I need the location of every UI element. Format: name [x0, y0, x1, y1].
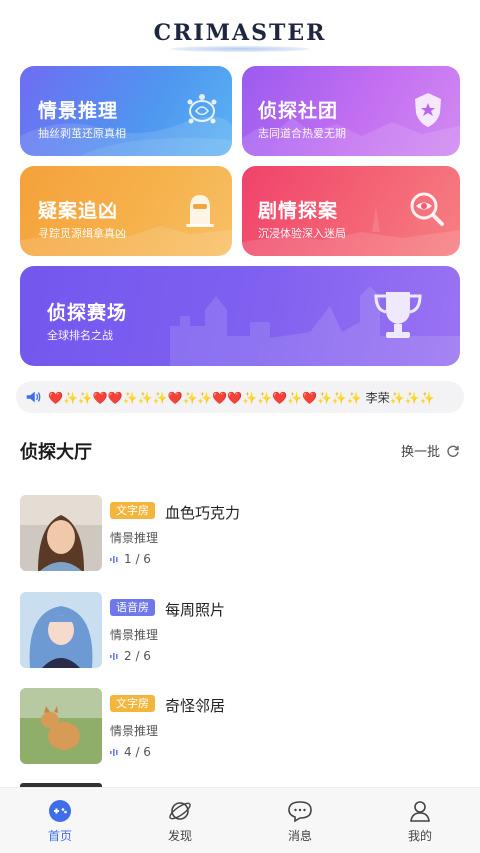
card-story-investigation[interactable]: 剧情探案 沉浸体验深入迷局	[242, 166, 460, 256]
card-title: 疑案追凶	[38, 200, 119, 222]
card-subtitle: 寻踪觅源缉拿真凶	[38, 227, 126, 240]
room-count-text: 2 / 6	[124, 649, 151, 663]
profile-icon	[410, 801, 430, 822]
app-logo: CRIMASTER	[0, 20, 480, 52]
room-item[interactable]: 文字房 奇怪邻居 情景推理 4 / 6	[20, 688, 460, 764]
nav-discover[interactable]: 发现	[120, 788, 240, 853]
room-title: 每周照片	[165, 601, 226, 619]
card-detective-arena[interactable]: 侦探赛场 全球排名之战	[20, 266, 460, 366]
discover-planet-icon	[169, 802, 191, 820]
marquee-text: ❤️✨✨❤️❤️✨✨✨❤️✨✨❤️❤️✨✨❤️✨❤️✨✨✨ 李荣✨✨✨	[48, 390, 435, 405]
logo-text: CRIMASTER	[153, 20, 327, 46]
nav-messages[interactable]: 消息	[240, 788, 360, 853]
card-title: 侦探社团	[258, 100, 339, 122]
room-thumbnail	[20, 495, 102, 571]
card-subtitle: 志同道合热爱无期	[258, 127, 346, 140]
card-subtitle: 全球排名之战	[47, 329, 113, 342]
room-title: 奇怪邻居	[165, 697, 226, 715]
audio-bars-icon	[110, 556, 118, 563]
card-case-chase[interactable]: 疑案追凶 寻踪觅源缉拿真凶	[20, 166, 232, 256]
refresh-label: 换一批	[400, 445, 440, 460]
card-subtitle: 抽丝剥茧还原真相	[38, 127, 126, 140]
room-type-tag: 语音房	[110, 599, 155, 616]
nav-label: 我的	[407, 829, 432, 843]
room-player-count: 1 / 6	[110, 552, 151, 566]
card-detective-club[interactable]: 侦探社团 志同道合热爱无期	[242, 66, 460, 156]
card-subtitle: 沉浸体验深入迷局	[258, 227, 346, 240]
audio-bars-icon	[110, 653, 118, 660]
announcement-marquee[interactable]: ❤️✨✨❤️❤️✨✨✨❤️✨✨❤️❤️✨✨❤️✨❤️✨✨✨ 李荣✨✨✨	[16, 381, 464, 413]
nav-home[interactable]: 首页	[0, 788, 120, 853]
room-category: 情景推理	[110, 531, 159, 545]
room-type-tag: 文字房	[110, 502, 155, 519]
room-item[interactable]: 语音房 每周照片 情景推理 2 / 6	[20, 592, 460, 668]
room-player-count: 2 / 6	[110, 649, 151, 663]
audio-bars-icon	[110, 749, 118, 756]
room-count-text: 4 / 6	[124, 745, 151, 759]
refresh-icon	[447, 445, 459, 457]
home-gamepad-icon	[49, 800, 71, 822]
message-bubble-icon	[288, 801, 312, 823]
turtle-icon	[187, 94, 217, 124]
card-title: 侦探赛场	[47, 302, 128, 324]
trophy-icon	[374, 292, 422, 338]
room-type-tag: 文字房	[110, 695, 155, 712]
police-badge-icon	[415, 93, 441, 127]
refresh-button[interactable]: 换一批	[401, 441, 460, 460]
card-scene-reasoning[interactable]: 情景推理 抽丝剥茧还原真相	[20, 66, 232, 156]
room-title: 血色巧克力	[165, 504, 241, 522]
room-player-count: 4 / 6	[110, 745, 151, 759]
nav-label: 首页	[47, 829, 72, 843]
bottom-nav: 首页 发现 消息 我的	[0, 787, 480, 853]
nav-label: 消息	[287, 829, 312, 843]
room-thumbnail	[20, 592, 102, 668]
nav-profile[interactable]: 我的	[360, 788, 480, 853]
nav-label: 发现	[167, 829, 192, 843]
room-count-text: 1 / 6	[124, 552, 151, 566]
room-category: 情景推理	[110, 628, 159, 642]
card-title: 剧情探案	[258, 200, 339, 222]
room-category: 情景推理	[110, 724, 159, 738]
magnifier-eye-icon	[410, 192, 444, 226]
card-title: 情景推理	[38, 100, 119, 122]
room-thumbnail	[20, 688, 102, 764]
speaker-icon	[26, 391, 41, 403]
masked-suspect-icon	[186, 195, 214, 227]
section-title: 侦探大厅	[20, 442, 92, 463]
room-item[interactable]: 文字房 血色巧克力 情景推理 1 / 6	[20, 495, 460, 571]
logo-glow	[170, 46, 310, 52]
